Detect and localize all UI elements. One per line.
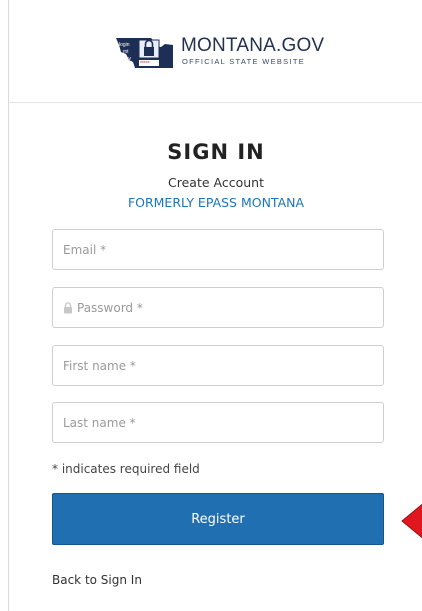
first-name-field-wrapper xyxy=(52,345,384,386)
site-header: login mt gov ***** MONTANA.GOV OFFICIAL … xyxy=(9,0,422,103)
svg-text:mt: mt xyxy=(123,49,129,55)
logo-title: MONTANA.GOV xyxy=(181,35,325,56)
montana-gov-logo[interactable]: login mt gov ***** MONTANA.GOV OFFICIAL … xyxy=(115,32,335,72)
back-to-sign-in-link[interactable]: Back to Sign In xyxy=(52,573,142,587)
formerly-epass-label: FORMERLY EPASS MONTANA xyxy=(127,195,305,210)
logo-subtitle: OFFICIAL STATE WEBSITE xyxy=(182,57,306,66)
first-name-field[interactable] xyxy=(53,346,383,385)
svg-text:gov: gov xyxy=(123,56,132,62)
email-field-wrapper xyxy=(52,229,384,270)
last-name-field[interactable] xyxy=(53,403,383,442)
last-name-field-wrapper xyxy=(52,402,384,443)
password-field[interactable] xyxy=(53,288,383,327)
page-title: SIGN IN xyxy=(167,140,265,164)
svg-text:login: login xyxy=(119,42,130,48)
password-field-wrapper xyxy=(52,287,384,328)
annotation-arrow-icon xyxy=(401,503,422,539)
montana-state-icon: login mt gov ***** xyxy=(116,38,173,68)
page-subtitle: Create Account xyxy=(168,175,264,190)
register-button[interactable]: Register xyxy=(52,493,384,545)
email-field[interactable] xyxy=(53,230,383,269)
sign-in-card: login mt gov ***** MONTANA.GOV OFFICIAL … xyxy=(8,0,422,611)
svg-text:*****: ***** xyxy=(140,61,150,67)
required-field-note: * indicates required field xyxy=(52,462,200,476)
